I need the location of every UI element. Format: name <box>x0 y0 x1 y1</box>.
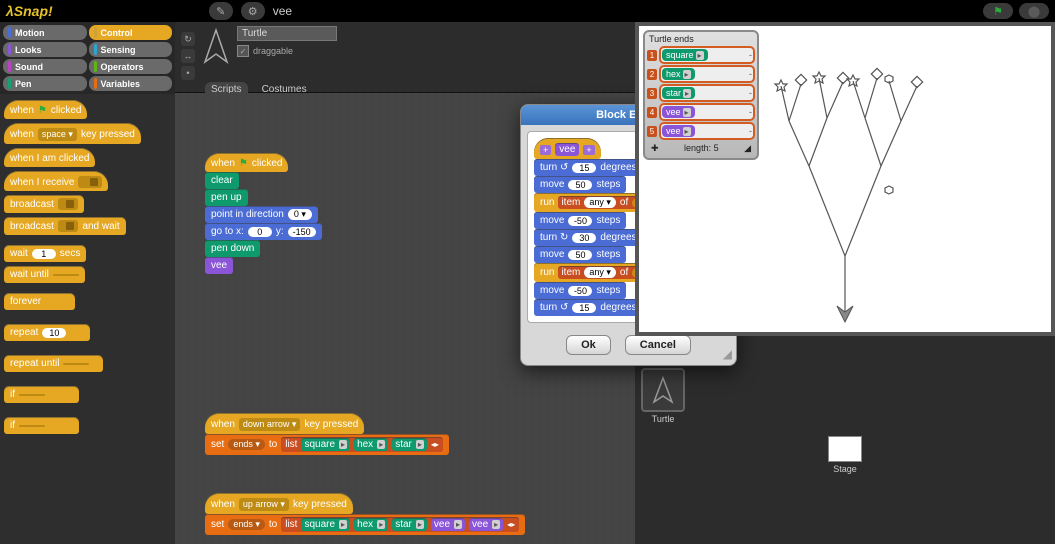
cat-operators[interactable]: Operators <box>89 59 173 74</box>
edit-icon[interactable]: ✎ <box>209 2 233 20</box>
sprite-corral: + Turtle Stage <box>635 336 1055 544</box>
watcher-row[interactable]: 2hex ▸- <box>647 65 755 83</box>
block-turn1[interactable]: turn ↺ 15 degrees <box>534 159 643 176</box>
draggable-checkbox[interactable]: ✓ <box>237 45 249 57</box>
ok-button[interactable]: Ok <box>566 335 611 355</box>
block-vee[interactable]: vee <box>205 257 233 274</box>
rotate-none[interactable]: • <box>181 66 195 80</box>
script-stack-2[interactable]: when down arrow ▾ key pressed set ends ▾… <box>205 413 449 455</box>
project-name: vee <box>273 4 292 18</box>
cat-motion[interactable]: Motion <box>3 25 87 40</box>
block-pen-down[interactable]: pen down <box>205 240 260 257</box>
watcher-add[interactable]: ✚ <box>651 143 659 154</box>
logo[interactable]: λSnap! <box>6 3 53 19</box>
block-goto[interactable]: go to x: 0 y: -150 <box>205 223 322 240</box>
watcher-title: Turtle ends <box>647 34 755 46</box>
script-stack-3[interactable]: when up arrow ▾ key pressed set ends ▾ t… <box>205 493 525 535</box>
block-if[interactable]: if <box>4 386 79 403</box>
stage-thumb[interactable]: Stage <box>641 436 1049 474</box>
block-turn3[interactable]: turn ↺ 15 degrees <box>534 299 643 316</box>
watcher-row[interactable]: 5vee ▸- <box>647 122 755 140</box>
green-flag-button[interactable]: ⚑ <box>983 3 1013 19</box>
cancel-button[interactable]: Cancel <box>625 335 691 355</box>
stage-panel: Turtle ends 1square ▸-2hex ▸-3star ▸-4ve… <box>635 22 1055 544</box>
stop-icon: ⬤ <box>1028 5 1040 18</box>
cat-sensing[interactable]: Sensing <box>89 42 173 57</box>
resize-handle[interactable]: ◢ <box>723 347 732 361</box>
stop-button[interactable]: ⬤ <box>1019 3 1049 19</box>
category-grid: Motion Control Looks Sensing Sound Opera… <box>0 22 175 94</box>
watcher-row[interactable]: 4vee ▸- <box>647 103 755 121</box>
scripting-area: ↻ ↔ • Turtle ✓draggable Scripts Costumes… <box>175 22 635 544</box>
list-watcher[interactable]: Turtle ends 1square ▸-2hex ▸-3star ▸-4ve… <box>643 30 759 160</box>
gear-icon[interactable]: ⚙ <box>241 2 265 20</box>
block-when-flag[interactable]: when ⚑ clicked <box>4 100 87 119</box>
block-when-receive[interactable]: when I receive <box>4 171 108 191</box>
block-move1[interactable]: move 50 steps <box>534 176 626 193</box>
block-forever[interactable]: forever <box>4 293 75 310</box>
cat-variables[interactable]: Variables <box>89 76 173 91</box>
stage[interactable]: Turtle ends 1square ▸-2hex ▸-3star ▸-4ve… <box>635 22 1055 336</box>
block-turn2[interactable]: turn ↻ 30 degrees <box>534 229 643 246</box>
flag-icon: ⚑ <box>38 105 47 116</box>
block-when-clicked[interactable]: when I am clicked <box>4 148 95 167</box>
block-wait[interactable]: wait 1 secs <box>4 245 86 262</box>
block-set-ends-2[interactable]: set ends ▾ to list square ▸ hex ▸ star ▸… <box>205 514 525 535</box>
watcher-row[interactable]: 3star ▸- <box>647 84 755 102</box>
flag-icon: ⚑ <box>993 5 1003 18</box>
cat-control[interactable]: Control <box>89 25 173 40</box>
block-move4[interactable]: move -50 steps <box>534 282 626 299</box>
block-move3[interactable]: move 50 steps <box>534 246 626 263</box>
sprite-thumb-turtle[interactable]: Turtle <box>641 368 685 424</box>
block-broadcast-wait[interactable]: broadcast and wait <box>4 217 126 235</box>
block-broadcast[interactable]: broadcast <box>4 195 84 213</box>
block-if-else[interactable]: if <box>4 417 79 434</box>
plus-icon[interactable]: + <box>583 145 594 155</box>
sprite-thumbnail <box>201 26 231 66</box>
watcher-length: length: 5 <box>684 143 719 154</box>
draggable-label: draggable <box>253 46 293 56</box>
block-repeat-until[interactable]: repeat until <box>4 355 103 372</box>
block-wait-until[interactable]: wait until <box>4 266 85 283</box>
rotate-full[interactable]: ↻ <box>181 32 195 46</box>
watcher-row[interactable]: 1square ▸- <box>647 46 755 64</box>
block-move2[interactable]: move -50 steps <box>534 212 626 229</box>
block-palette: Motion Control Looks Sensing Sound Opera… <box>0 22 175 544</box>
block-set-ends-1[interactable]: set ends ▾ to list square ▸ hex ▸ star ▸… <box>205 434 449 455</box>
script-stack-1[interactable]: when ⚑ clicked clear pen up point in dir… <box>205 153 322 274</box>
hat-key-up[interactable]: when up arrow ▾ key pressed <box>205 493 353 514</box>
hat-vee[interactable]: +vee+ <box>534 138 601 159</box>
cat-pen[interactable]: Pen <box>3 76 87 91</box>
rotate-flip[interactable]: ↔ <box>181 49 195 63</box>
block-point[interactable]: point in direction 0 ▾ <box>205 206 318 223</box>
cat-looks[interactable]: Looks <box>3 42 87 57</box>
block-repeat[interactable]: repeat 10 <box>4 324 90 341</box>
plus-icon[interactable]: + <box>540 145 551 155</box>
watcher-resize[interactable]: ◢ <box>744 143 751 154</box>
sprite-name-input[interactable]: Turtle <box>237 26 337 41</box>
hat-flag[interactable]: when ⚑ clicked <box>205 153 288 172</box>
block-when-key[interactable]: when space ▾ key pressed <box>4 123 141 144</box>
block-clear[interactable]: clear <box>205 172 239 189</box>
hat-key-down[interactable]: when down arrow ▾ key pressed <box>205 413 364 434</box>
toolbar: λSnap! ✎ ⚙ vee ⚑ ⬤ <box>0 0 1055 22</box>
block-pen-up[interactable]: pen up <box>205 189 248 206</box>
cat-sound[interactable]: Sound <box>3 59 87 74</box>
